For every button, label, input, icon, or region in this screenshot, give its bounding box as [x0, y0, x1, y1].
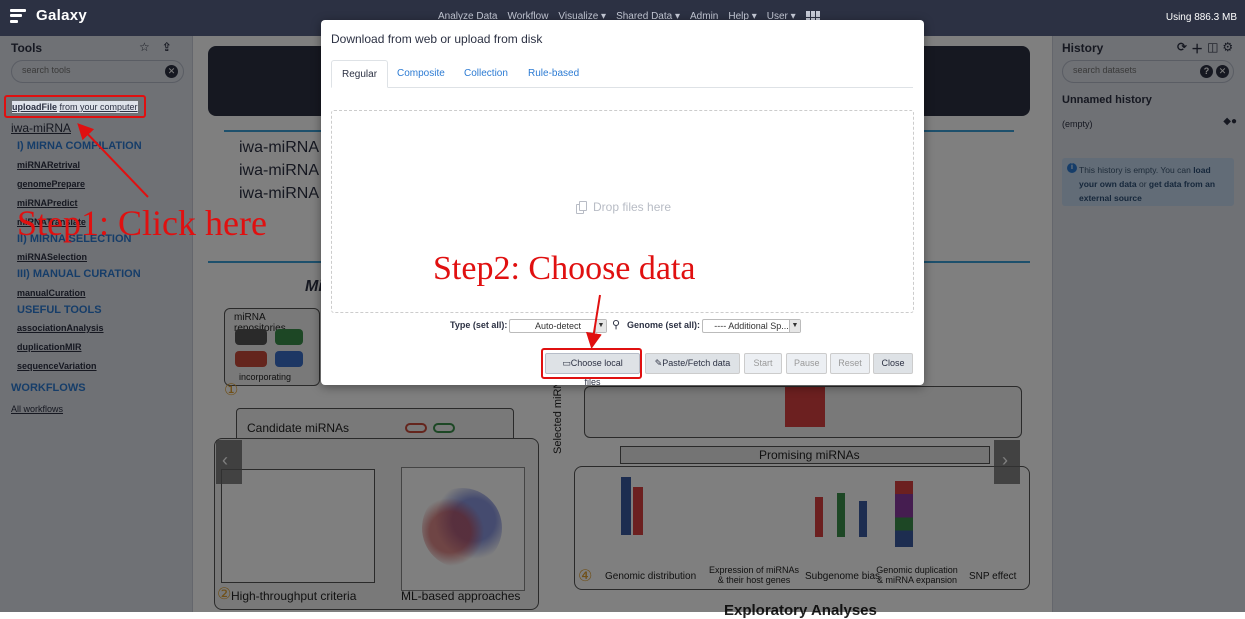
step2-highlight-box — [541, 348, 642, 379]
genome-select[interactable]: ---- Additional Sp... ▼ — [702, 319, 801, 333]
upload-dialog: Download from web or upload from disk Re… — [321, 20, 924, 387]
search-icon[interactable]: ⚲ — [612, 318, 620, 331]
step1-highlight-box — [4, 95, 146, 118]
tab-regular[interactable]: Regular — [331, 60, 389, 88]
step1-annotation: Step1: Click here — [17, 203, 267, 243]
copy-icon — [576, 200, 588, 214]
type-select-value: Auto-detect — [534, 321, 582, 331]
tab-collection[interactable]: Collection — [454, 60, 518, 88]
quota-usage[interactable]: Using 886.3 MB — [1166, 12, 1237, 23]
brand-name: Galaxy — [36, 7, 88, 24]
drop-zone-hint: Drop files here — [576, 200, 671, 214]
upload-dialog-title: Download from web or upload from disk — [331, 32, 543, 46]
tab-composite[interactable]: Composite — [387, 60, 455, 88]
type-select[interactable]: Auto-detect ▼ — [509, 319, 607, 333]
dropdown-arrow-icon-2: ▼ — [789, 320, 800, 332]
start-button[interactable]: Start — [744, 353, 782, 374]
close-button[interactable]: Close — [873, 353, 913, 374]
tab-rule-based[interactable]: Rule-based — [518, 60, 589, 88]
genome-set-all-label: Genome (set all): — [627, 320, 701, 330]
drop-zone-text: Drop files here — [593, 200, 672, 214]
reset-button[interactable]: Reset — [830, 353, 870, 374]
paste-fetch-button[interactable]: ✎Paste/Fetch data — [645, 353, 740, 374]
galaxy-logo-icon — [10, 8, 26, 23]
type-set-all-label: Type (set all): — [450, 320, 508, 330]
dropdown-arrow-icon: ▼ — [595, 320, 606, 332]
galaxy-home-link[interactable]: Galaxy — [10, 7, 87, 24]
genome-select-value: ---- Additional Sp... — [714, 321, 789, 331]
pause-button[interactable]: Pause — [786, 353, 827, 374]
upload-tabs: Regular Composite Collection Rule-based — [331, 60, 913, 88]
paste-fetch-label: Paste/Fetch data — [662, 358, 731, 368]
step2-annotation: Step2: Choose data — [433, 250, 696, 287]
